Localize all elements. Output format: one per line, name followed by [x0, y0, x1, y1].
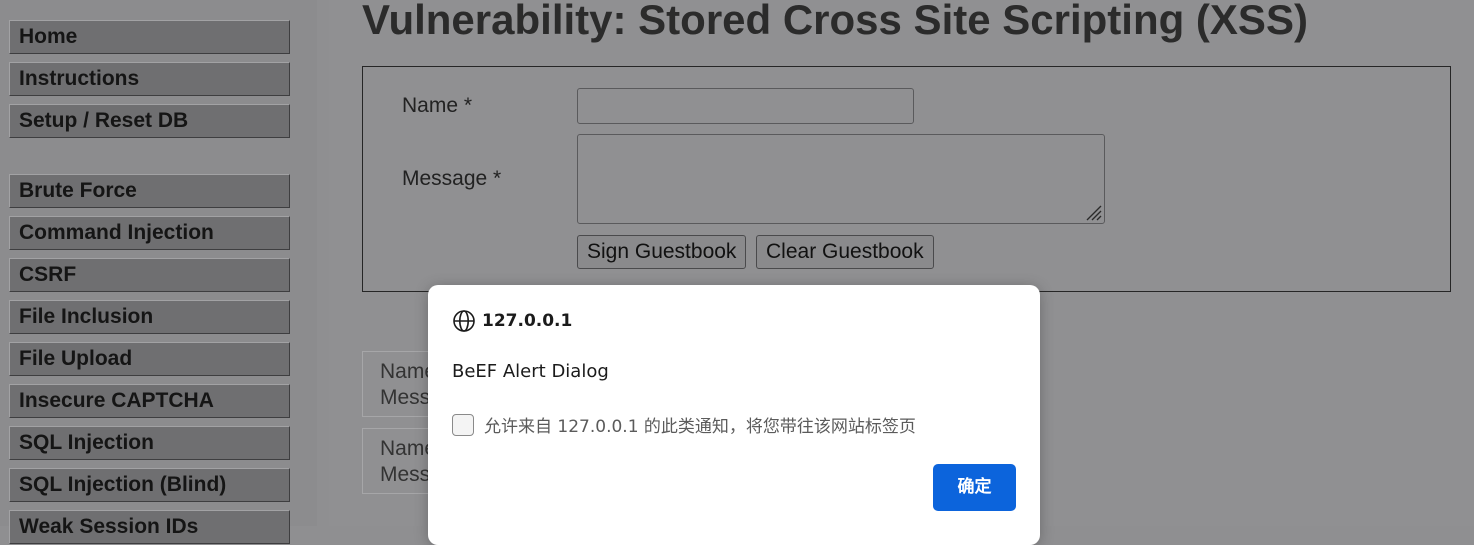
dialog-origin: 127.0.0.1: [452, 309, 572, 333]
clear-guestbook-button[interactable]: Clear Guestbook: [756, 235, 934, 269]
left-menu: Home Instructions Setup / Reset DB Brute…: [0, 0, 317, 544]
allow-notifications-checkbox[interactable]: [452, 413, 474, 436]
globe-icon: [453, 310, 475, 332]
menu-item-setup-reset-db[interactable]: Setup / Reset DB: [9, 104, 290, 138]
menu-item-file-upload[interactable]: File Upload: [9, 342, 290, 376]
alert-dialog: 127.0.0.1 BeEF Alert Dialog 允许来自 127.0.0…: [428, 285, 1040, 545]
menu-item-file-inclusion[interactable]: File Inclusion: [9, 300, 290, 334]
menu-item-home[interactable]: Home: [9, 20, 290, 54]
menu-item-sql-injection-blind[interactable]: SQL Injection (Blind): [9, 468, 290, 502]
menu-item-sql-injection[interactable]: SQL Injection: [9, 426, 290, 460]
menu-item-command-injection[interactable]: Command Injection: [9, 216, 290, 250]
page-title: Vulnerability: Stored Cross Site Scripti…: [362, 0, 1308, 43]
name-label: Name *: [402, 94, 473, 117]
menu-item-csrf[interactable]: CSRF: [9, 258, 290, 292]
ok-button[interactable]: 确定: [933, 464, 1016, 511]
menu-item-insecure-captcha[interactable]: Insecure CAPTCHA: [9, 384, 290, 418]
message-label: Message *: [402, 167, 502, 190]
dialog-origin-text: 127.0.0.1: [482, 311, 573, 331]
menu-item-instructions[interactable]: Instructions: [9, 62, 290, 96]
resize-grip-icon[interactable]: [1082, 201, 1102, 221]
name-input[interactable]: [577, 88, 914, 124]
menu-item-brute-force[interactable]: Brute Force: [9, 174, 290, 208]
allow-notifications-label[interactable]: 允许来自 127.0.0.1 的此类通知，将您带往该网站标签页: [484, 412, 916, 437]
allow-notifications-option[interactable]: 允许来自 127.0.0.1 的此类通知，将您带往该网站标签页: [452, 412, 916, 437]
dialog-message: BeEF Alert Dialog: [452, 361, 609, 382]
sign-guestbook-button[interactable]: Sign Guestbook: [577, 235, 747, 269]
message-textarea[interactable]: [577, 134, 1105, 224]
menu-item-weak-session-ids[interactable]: Weak Session IDs: [9, 510, 290, 544]
